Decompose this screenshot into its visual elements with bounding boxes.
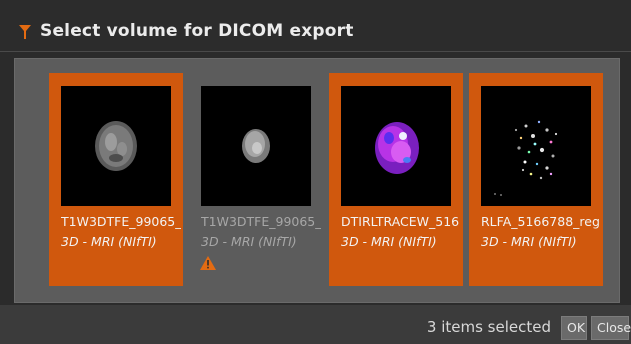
volume-name: DTIRLTRACEW_516 [341, 214, 460, 229]
volume-tile[interactable]: RLFA_5166788_regi 3D - MRI (NIfTI) [469, 73, 603, 286]
volume-thumbnail [341, 86, 451, 206]
dialog-titlebar: Select volume for DICOM export [0, 0, 631, 52]
close-button[interactable]: Close [591, 316, 631, 340]
selection-status: 3 items selected [426, 318, 551, 336]
volume-type: 3D - MRI (NIfTI) [201, 234, 297, 249]
mri-brain-image [494, 120, 558, 196]
volume-name: T1W3DTFE_99065_r [61, 214, 181, 229]
volume-tile[interactable]: T1W3DTFE_99065_r 3D - MRI (NIfTI) [189, 73, 323, 286]
dialog-title: Select volume for DICOM export [40, 21, 354, 41]
volume-tile[interactable]: DTIRLTRACEW_516 3D - MRI (NIfTI) [329, 73, 463, 286]
dialog-footer: 3 items selected OK Close [0, 305, 631, 344]
mri-brain-image [95, 121, 137, 171]
warning-triangle-icon [200, 256, 216, 270]
volume-thumbnail [481, 86, 591, 206]
volume-thumbnail [61, 86, 171, 206]
ok-button[interactable]: OK [561, 316, 587, 340]
mri-brain-image [242, 129, 270, 163]
volume-type: 3D - MRI (NIfTI) [61, 234, 157, 249]
volume-list-panel: T1W3DTFE_99065_r 3D - MRI (NIfTI) T1W3DT… [14, 58, 620, 303]
filter-funnel-icon [19, 25, 31, 39]
volume-tile[interactable]: T1W3DTFE_99065_r 3D - MRI (NIfTI) [49, 73, 183, 286]
volume-thumbnail [201, 86, 311, 206]
volume-type: 3D - MRI (NIfTI) [481, 234, 577, 249]
volume-name: T1W3DTFE_99065_r [201, 214, 321, 229]
volume-type: 3D - MRI (NIfTI) [341, 234, 437, 249]
volume-name: RLFA_5166788_regi [481, 214, 601, 229]
mri-brain-image [375, 122, 419, 174]
